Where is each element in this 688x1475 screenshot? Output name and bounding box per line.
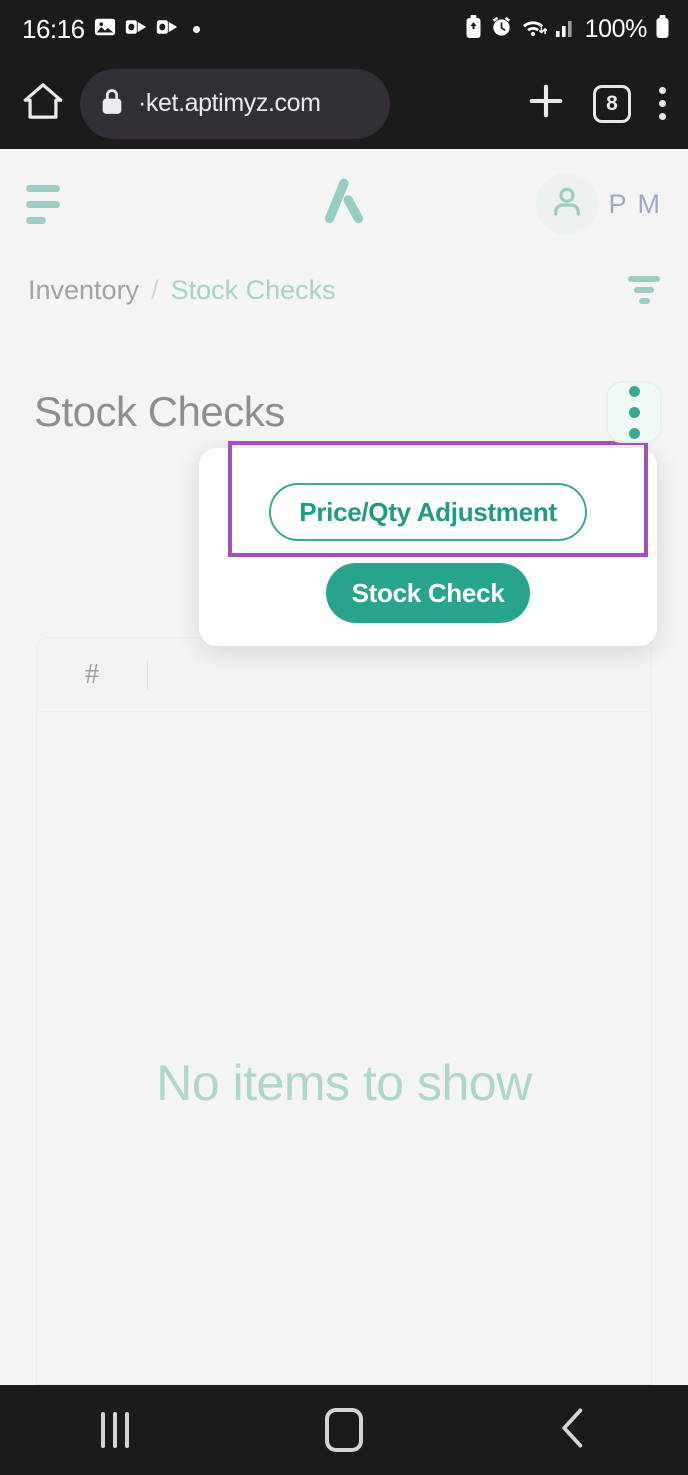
android-navigation-bar xyxy=(0,1385,688,1475)
recents-line xyxy=(112,1412,117,1448)
browser-actions: 8 xyxy=(527,82,672,125)
home-icon xyxy=(22,81,64,126)
lock-icon xyxy=(100,87,124,120)
mobile-screen: 16:16 100% ·ket.aptimyz.com 8 Price/Qty … xyxy=(0,0,688,1475)
status-bar-right: 100% xyxy=(465,14,670,44)
tab-counter-button[interactable]: 8 xyxy=(593,84,631,123)
kebab-dot xyxy=(628,385,640,397)
battery-icon xyxy=(655,14,670,44)
recents-line xyxy=(100,1412,105,1448)
web-page-content: P M Inventory / Stock Checks Stock Check… xyxy=(0,149,688,1385)
dot-indicator-icon xyxy=(192,25,200,33)
battery-percentage: 100% xyxy=(584,14,648,43)
outlook-icon xyxy=(156,17,178,42)
android-status-bar: 16:16 100% xyxy=(0,0,688,58)
signal-icon xyxy=(555,16,577,43)
actions-popup-menu: Price/Qty Adjustment Stock Check xyxy=(199,448,657,646)
address-bar[interactable]: ·ket.aptimyz.com xyxy=(80,68,390,139)
browser-toolbar: ·ket.aptimyz.com 8 xyxy=(0,58,688,149)
outlook-icon xyxy=(125,17,147,42)
recents-line xyxy=(124,1412,129,1448)
modal-overlay[interactable] xyxy=(0,149,688,1385)
kebab-dot xyxy=(628,427,640,439)
kebab-dot xyxy=(628,406,640,418)
browser-home-button[interactable] xyxy=(16,81,70,126)
home-square-icon xyxy=(324,1408,363,1452)
browser-menu-button[interactable] xyxy=(659,87,666,120)
kebab-dot xyxy=(659,87,666,94)
recents-icon xyxy=(100,1412,129,1448)
back-button[interactable] xyxy=(459,1406,688,1455)
kebab-dot xyxy=(659,113,666,120)
status-bar-left: 16:16 xyxy=(22,14,200,45)
battery-saver-icon xyxy=(465,14,482,44)
home-button[interactable] xyxy=(229,1408,458,1452)
wifi-icon xyxy=(521,16,548,43)
back-chevron-icon xyxy=(557,1406,589,1455)
status-time: 16:16 xyxy=(22,13,85,44)
actions-menu-button[interactable] xyxy=(606,381,662,443)
plus-icon[interactable] xyxy=(527,82,565,125)
stock-check-button[interactable]: Stock Check xyxy=(326,563,530,623)
recents-button[interactable] xyxy=(0,1412,229,1448)
price-qty-adjustment-button[interactable]: Price/Qty Adjustment xyxy=(269,483,587,541)
alarm-icon xyxy=(490,15,513,43)
kebab-dot xyxy=(659,100,666,107)
photo-icon xyxy=(94,16,116,43)
url-text: ·ket.aptimyz.com xyxy=(138,89,321,117)
